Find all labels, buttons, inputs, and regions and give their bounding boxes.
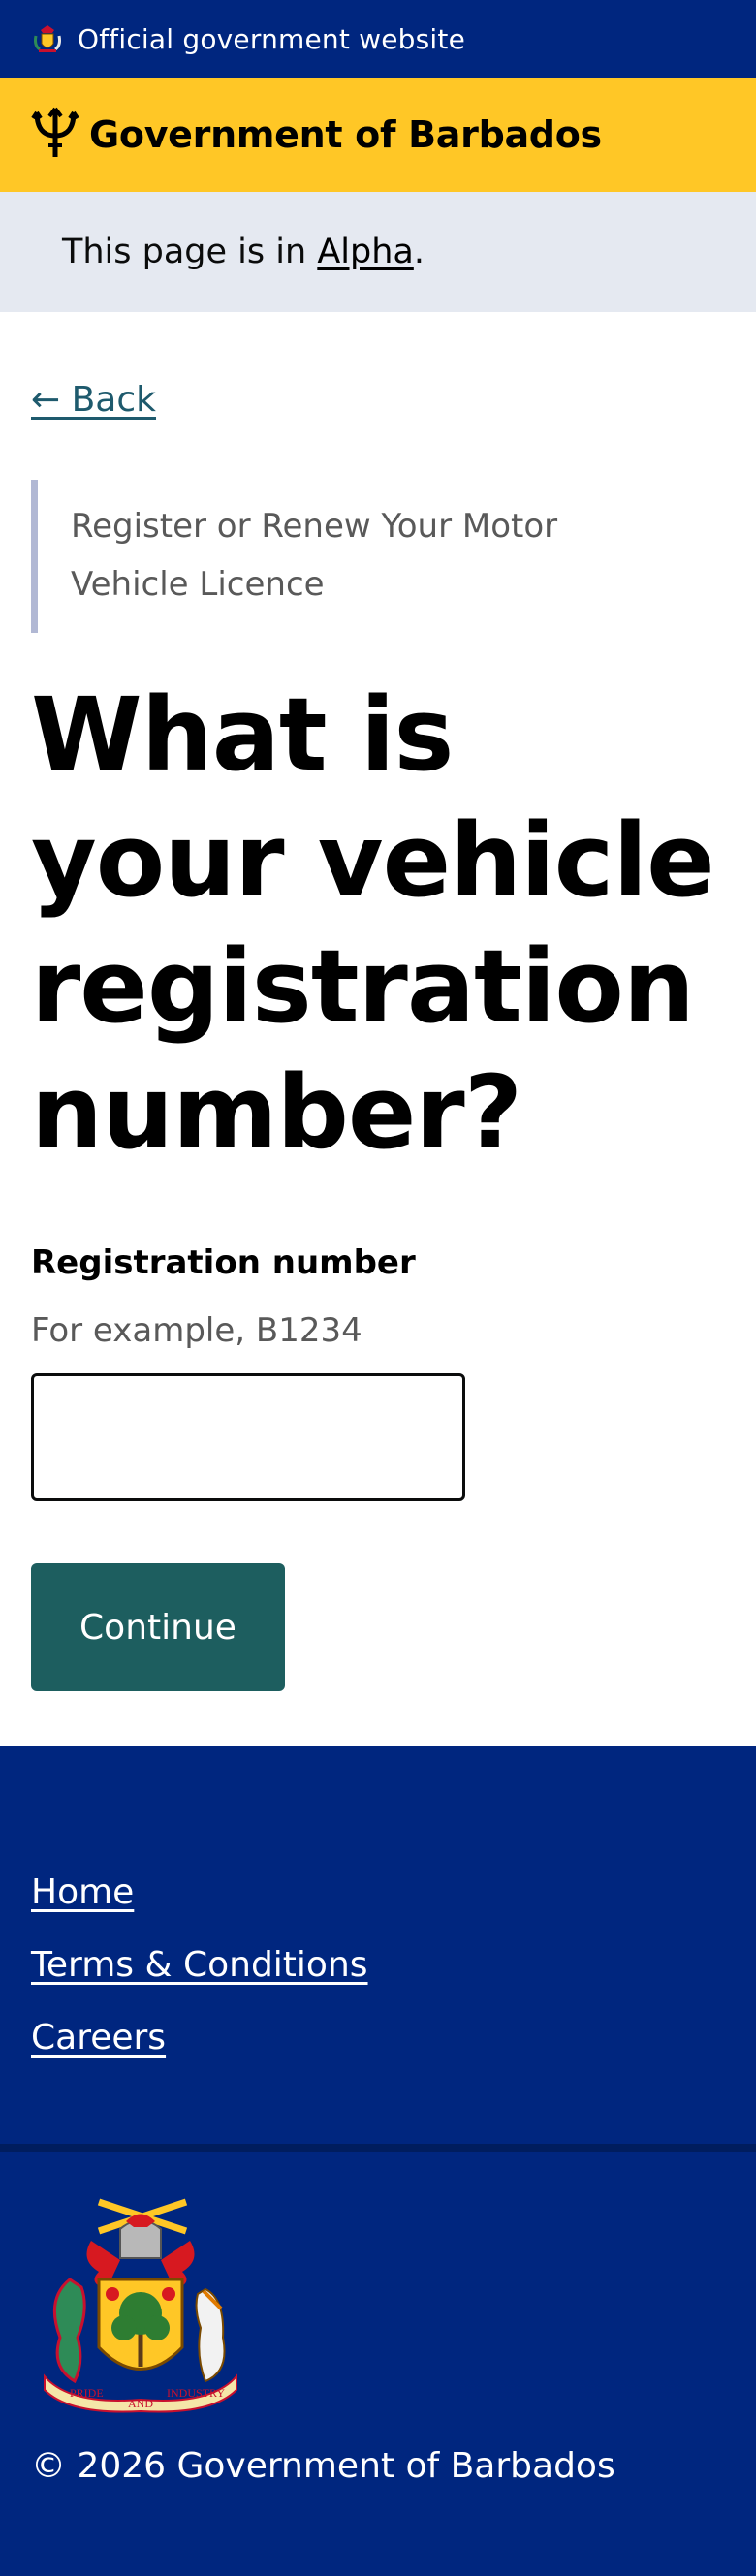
coat-of-arms-icon [31,22,64,55]
phase-banner: This page is in Alpha. [0,192,756,312]
footer-link-home[interactable]: Home [31,1872,725,1912]
registration-number-label: Registration number [31,1243,416,1282]
service-caption: Register or Renew Your Motor Vehicle Lic… [31,480,651,633]
motto-word-and: AND [128,2397,153,2410]
coat-of-arms-emblem: PRIDE AND INDUSTRY [44,2198,237,2413]
site-title[interactable]: Government of Barbados [89,113,602,156]
official-website-text: Official government website [78,22,466,55]
phase-banner-text: This page is in [62,233,318,271]
official-banner: Official government website [0,0,756,78]
registration-number-hint: For example, B1234 [31,1311,362,1350]
site-footer: Home Terms & Conditions Careers PRIDE AN… [0,1746,756,2576]
page-question-heading: What is your vehicle registration number… [31,675,715,1172]
phase-banner-suffix: . [413,233,425,271]
motto-word-industry: INDUSTRY [167,2386,225,2400]
motto-word-pride: PRIDE [70,2386,104,2400]
footer-links: Home Terms & Conditions Careers [0,1746,756,2144]
back-link[interactable]: ← Back [31,380,156,420]
footer-link-careers[interactable]: Careers [31,2018,725,2058]
footer-link-terms[interactable]: Terms & Conditions [31,1945,725,1985]
phase-alpha-link[interactable]: Alpha [317,233,414,271]
copyright-text: © 2026 Government of Barbados [31,2446,615,2486]
footer-bottom: PRIDE AND INDUSTRY © 2026 Government of … [0,2152,756,2486]
main-content: ← Back Register or Renew Your Motor Vehi… [0,312,756,1691]
site-header: Government of Barbados [0,78,756,192]
footer-divider [0,2144,756,2152]
registration-number-input[interactable] [31,1373,465,1501]
trident-icon [31,107,89,163]
continue-button[interactable]: Continue [31,1563,285,1691]
